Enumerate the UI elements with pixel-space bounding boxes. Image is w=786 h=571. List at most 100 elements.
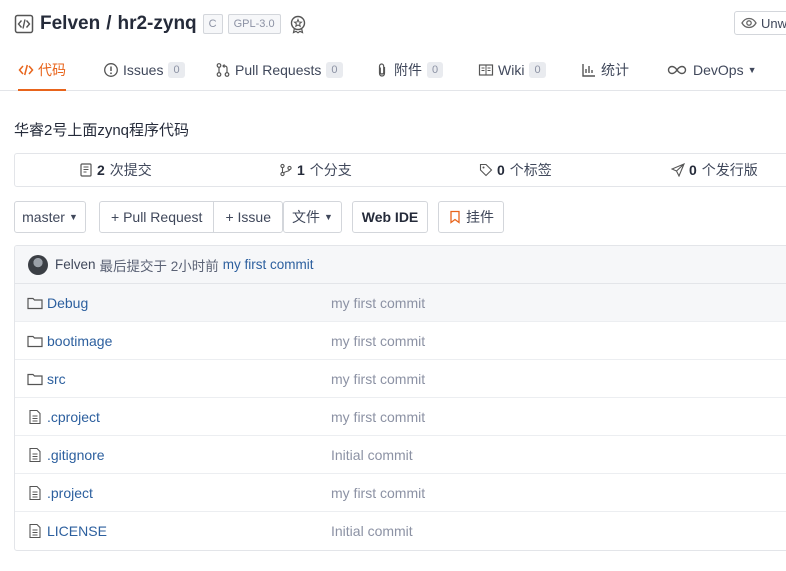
file-row[interactable]: .gitignore Initial commit	[15, 436, 786, 474]
file-name-link[interactable]: bootimage	[47, 322, 112, 360]
tab-attachments[interactable]: 附件 0	[374, 50, 444, 90]
new-pull-request-button[interactable]: + Pull Request	[100, 202, 213, 232]
commit-time-text: 最后提交于 2小时前	[99, 258, 219, 274]
file-commit-message[interactable]: my first commit	[331, 322, 425, 360]
branch-icon	[279, 163, 293, 177]
web-ide-button[interactable]: Web IDE	[352, 201, 428, 233]
pull-request-icon	[215, 62, 231, 78]
file-commit-message[interactable]: Initial commit	[331, 436, 413, 474]
tab-code[interactable]: 代码	[18, 50, 66, 91]
repo-header: Felven / hr2-zynq C GPL-3.0	[14, 10, 308, 38]
files-label: 文件	[292, 209, 321, 225]
commit-author-link[interactable]: Felven	[55, 257, 96, 272]
file-name-link[interactable]: .gitignore	[47, 436, 105, 474]
stat-number: 0	[689, 162, 697, 178]
repo-description: 华睿2号上面zynq程序代码	[14, 122, 190, 139]
tab-label: 统计	[601, 62, 629, 78]
tag-icon	[479, 163, 493, 177]
last-commit-row: Felven 最后提交于 2小时前 my first commit	[15, 246, 786, 284]
wiki-count-badge: 0	[529, 62, 546, 78]
book-icon	[478, 62, 494, 78]
folder-icon	[27, 333, 43, 349]
file-icon	[27, 523, 43, 539]
pull-requests-count-badge: 0	[326, 62, 343, 78]
tab-statistics[interactable]: 统计	[581, 50, 629, 90]
branch-label: master	[22, 209, 65, 225]
file-row[interactable]: bootimage my first commit	[15, 322, 786, 360]
tab-pull-requests[interactable]: Pull Requests 0	[215, 50, 343, 90]
tab-label: Issues	[123, 62, 164, 78]
widget-button[interactable]: 挂件	[438, 201, 504, 233]
file-icon	[27, 485, 43, 501]
file-icon	[27, 409, 43, 425]
attachments-count-badge: 0	[427, 62, 444, 78]
stat-label: 个发行版	[701, 162, 758, 178]
repo-owner-link[interactable]: Felven	[40, 13, 100, 34]
file-commit-message[interactable]: my first commit	[331, 398, 425, 436]
release-icon	[671, 163, 685, 177]
repo-name-link[interactable]: hr2-zynq	[117, 13, 196, 34]
chevron-down-icon: ▼	[68, 212, 78, 222]
file-icon	[27, 447, 43, 463]
commit-file-icon	[79, 163, 93, 177]
tab-label: 代码	[38, 62, 66, 78]
repo-title: Felven / hr2-zynq	[40, 13, 197, 35]
file-name-link[interactable]: LICENSE	[47, 512, 107, 550]
branch-select[interactable]: master ▼	[14, 201, 86, 233]
avatar[interactable]	[28, 254, 48, 275]
code-icon	[18, 62, 34, 78]
file-name-link[interactable]: Debug	[47, 284, 88, 322]
tab-label: DevOps	[693, 62, 744, 78]
tab-label: Wiki	[498, 62, 525, 78]
file-commit-message[interactable]: my first commit	[331, 360, 425, 398]
eye-icon	[741, 15, 757, 31]
bookmark-icon	[448, 210, 462, 224]
file-name-link[interactable]: src	[47, 360, 66, 398]
stat-label: 次提交	[109, 162, 152, 178]
stat-number: 1	[297, 162, 305, 178]
stat-releases[interactable]: 0 个发行版	[671, 154, 758, 186]
stat-number: 2	[97, 162, 105, 178]
tab-label: Pull Requests	[235, 62, 322, 78]
files-dropdown-button[interactable]: 文件 ▼	[283, 201, 342, 233]
create-button-group: + Pull Request + Issue	[99, 201, 283, 233]
file-commit-message[interactable]: my first commit	[331, 474, 425, 512]
file-commit-message[interactable]: Initial commit	[331, 512, 413, 550]
file-row[interactable]: .cproject my first commit	[15, 398, 786, 436]
folder-icon	[27, 295, 43, 311]
unwatch-label: Unw	[761, 15, 786, 31]
new-issue-button[interactable]: + Issue	[213, 202, 282, 232]
file-row[interactable]: .project my first commit	[15, 474, 786, 512]
stat-commits[interactable]: 2 次提交	[79, 154, 152, 186]
unwatch-button[interactable]: Unw	[734, 11, 786, 35]
award-icon[interactable]	[288, 14, 308, 34]
file-table: Felven 最后提交于 2小时前 my first commit Debug …	[14, 245, 786, 551]
stat-label: 个标签	[509, 162, 552, 178]
folder-icon	[27, 371, 43, 387]
tab-label: 附件	[394, 62, 422, 78]
file-name-link[interactable]: .project	[47, 474, 93, 512]
stat-label: 个分支	[309, 162, 352, 178]
tab-wiki[interactable]: Wiki 0	[478, 50, 546, 90]
commit-message-link[interactable]: my first commit	[223, 257, 314, 272]
chevron-down-icon: ▼	[747, 65, 757, 75]
file-name-link[interactable]: .cproject	[47, 398, 100, 436]
infinity-icon	[667, 62, 687, 78]
file-row[interactable]: LICENSE Initial commit	[15, 512, 786, 550]
tab-issues[interactable]: Issues 0	[103, 50, 185, 90]
stat-tags[interactable]: 0 个标签	[479, 154, 552, 186]
file-commit-message[interactable]: my first commit	[331, 284, 425, 322]
issues-count-badge: 0	[168, 62, 185, 78]
issue-icon	[103, 62, 119, 78]
repo-tabs: 代码 Issues 0 Pull Requests 0 附件 0 Wiki 0 …	[0, 50, 786, 91]
widget-label: 挂件	[466, 209, 494, 225]
stat-branches[interactable]: 1 个分支	[279, 154, 352, 186]
license-tag[interactable]: GPL-3.0	[227, 14, 281, 34]
repo-stats-bar: 2 次提交 1 个分支 0 个标签 0 个发行版	[14, 153, 786, 187]
file-row[interactable]: src my first commit	[15, 360, 786, 398]
bar-chart-icon	[581, 62, 597, 78]
file-row[interactable]: Debug my first commit	[15, 284, 786, 322]
code-repo-icon	[14, 14, 34, 34]
language-tag[interactable]: C	[202, 14, 223, 34]
tab-devops[interactable]: DevOps ▼	[667, 50, 757, 90]
